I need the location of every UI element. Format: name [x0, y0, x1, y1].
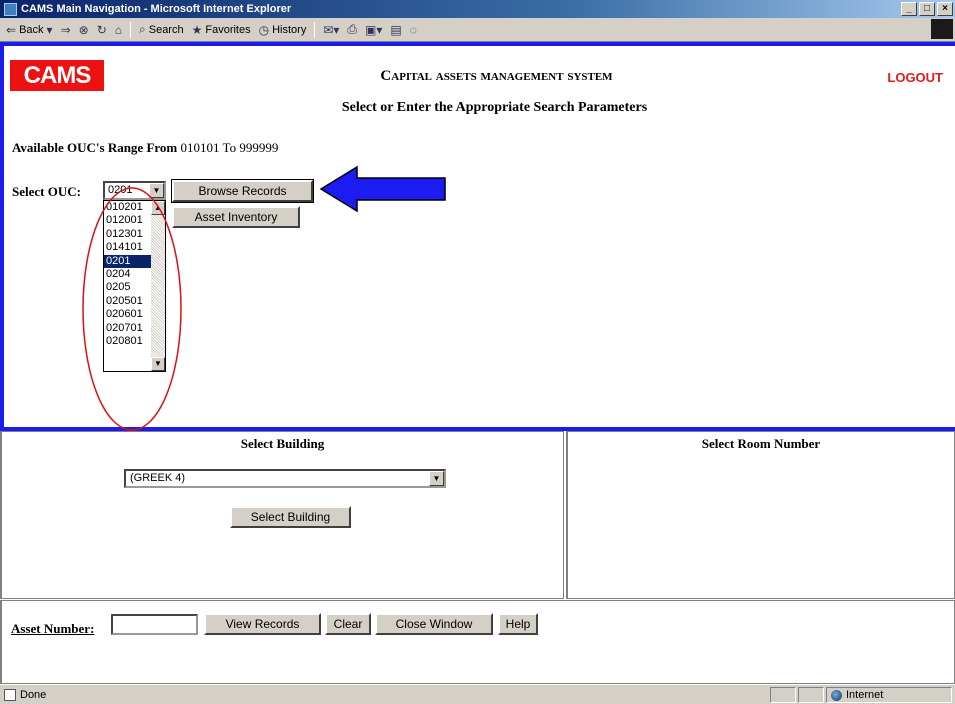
dropdown-icon: ▾ — [46, 22, 53, 37]
room-frame: Select Room Number — [566, 431, 955, 599]
stop-button[interactable]: ⊗ — [79, 23, 89, 37]
ie-app-icon — [4, 2, 17, 16]
forward-button[interactable]: ⇒ — [61, 23, 71, 37]
messenger-button[interactable]: ◌ — [410, 23, 417, 37]
favorites-button[interactable]: ★ Favorites — [192, 23, 251, 37]
search-button[interactable]: ⌕ Search — [139, 22, 184, 37]
view-records-button[interactable]: View Records — [204, 613, 321, 635]
home-button[interactable]: ⌂ — [115, 23, 122, 37]
search-icon: ⌕ — [139, 22, 146, 36]
minimize-button[interactable]: _ — [901, 2, 917, 16]
maximize-button[interactable]: □ — [919, 2, 935, 16]
security-zone: Internet — [826, 687, 952, 703]
ouc-range-to: 999999 — [239, 140, 279, 155]
window-controls: _ □ × — [901, 2, 953, 16]
forward-arrow-icon: ⇒ — [60, 22, 71, 37]
building-select[interactable]: (GREEK 4) ▼ — [124, 469, 446, 488]
discuss-icon: ▤ — [390, 22, 402, 37]
edit-icon: ▣▾ — [365, 22, 383, 37]
building-frame: Select Building (GREEK 4) ▼ Select Build… — [0, 431, 564, 599]
back-button[interactable]: ⇐ Back ▾ — [6, 23, 53, 37]
edit-button[interactable]: ▣▾ — [365, 23, 382, 37]
print-icon: ⎙ — [347, 22, 358, 36]
refresh-icon: ↻ — [96, 22, 107, 37]
page-icon — [4, 688, 16, 701]
building-selected-value: (GREEK 4) — [130, 472, 186, 484]
status-panel — [798, 687, 824, 703]
ie-throbber-icon — [931, 19, 953, 39]
mail-icon: ✉▾ — [323, 22, 340, 37]
status-text: Done — [20, 688, 47, 701]
annotation-ellipse — [82, 187, 182, 431]
ouc-range-text: Available OUC's Range From 010101 To 999… — [12, 140, 278, 156]
window-title: CAMS Main Navigation - Microsoft Interne… — [21, 3, 292, 15]
mail-button[interactable]: ✉▾ — [323, 23, 339, 37]
ouc-range-label: Available OUC's Range From — [12, 140, 178, 155]
close-window-page-button[interactable]: Close Window — [375, 613, 493, 635]
globe-icon — [831, 689, 842, 701]
ouc-range-to-label: To — [222, 140, 237, 155]
asset-search-frame: Asset Number: View Records Clear Close W… — [0, 600, 955, 684]
toolbar-separator — [130, 21, 131, 38]
status-text-area: Done — [0, 688, 47, 701]
annotation-arrow-icon — [319, 165, 446, 213]
select-ouc-label: Select OUC: — [12, 184, 81, 199]
messenger-icon: ◌ — [409, 22, 417, 37]
window-titlebar: CAMS Main Navigation - Microsoft Interne… — [0, 0, 955, 18]
discuss-button[interactable]: ▤ — [390, 23, 401, 37]
browser-toolbar: ⇐ Back ▾ ⇒ ⊗ ↻ ⌂ ⌕ Search ★ Favorites ◷ … — [0, 18, 955, 42]
status-panel — [770, 687, 796, 703]
chevron-down-icon[interactable]: ▼ — [429, 471, 444, 486]
help-button[interactable]: Help — [498, 613, 538, 635]
zone-label: Internet — [846, 689, 884, 701]
history-icon: ◷ — [258, 22, 270, 37]
asset-inventory-button[interactable]: Asset Inventory — [172, 206, 300, 228]
home-icon: ⌂ — [114, 22, 122, 37]
building-heading: Select Building — [240, 436, 325, 451]
select-building-button[interactable]: Select Building — [230, 506, 351, 528]
asset-number-label: Asset Number: — [11, 621, 95, 636]
stop-icon: ⊗ — [78, 22, 89, 37]
page-subtitle: Select or Enter the Appropriate Search P… — [341, 100, 648, 115]
favorites-icon: ★ — [191, 22, 203, 37]
logout-link[interactable]: LOGOUT — [887, 70, 943, 85]
back-label: Back — [19, 23, 44, 36]
history-button[interactable]: ◷ History — [259, 23, 307, 37]
toolbar-separator — [314, 21, 316, 38]
search-parameters-frame: CAMS Capital assets management system LO… — [0, 42, 955, 431]
back-arrow-icon: ⇐ — [6, 22, 17, 37]
refresh-button[interactable]: ↻ — [97, 23, 107, 37]
search-label: Search — [148, 23, 184, 36]
ouc-range-from: 010101 — [180, 140, 220, 155]
asset-number-input[interactable] — [111, 614, 198, 635]
clear-button[interactable]: Clear — [325, 613, 371, 635]
history-label: History — [272, 23, 307, 36]
room-heading: Select Room Number — [701, 436, 821, 451]
favorites-label: Favorites — [205, 23, 251, 36]
close-window-button[interactable]: × — [937, 2, 953, 16]
system-title: Capital assets management system — [380, 68, 613, 84]
print-button[interactable]: ⎙ — [347, 22, 357, 37]
browse-records-button[interactable]: Browse Records — [171, 179, 314, 203]
status-bar: Done Internet — [0, 684, 955, 704]
